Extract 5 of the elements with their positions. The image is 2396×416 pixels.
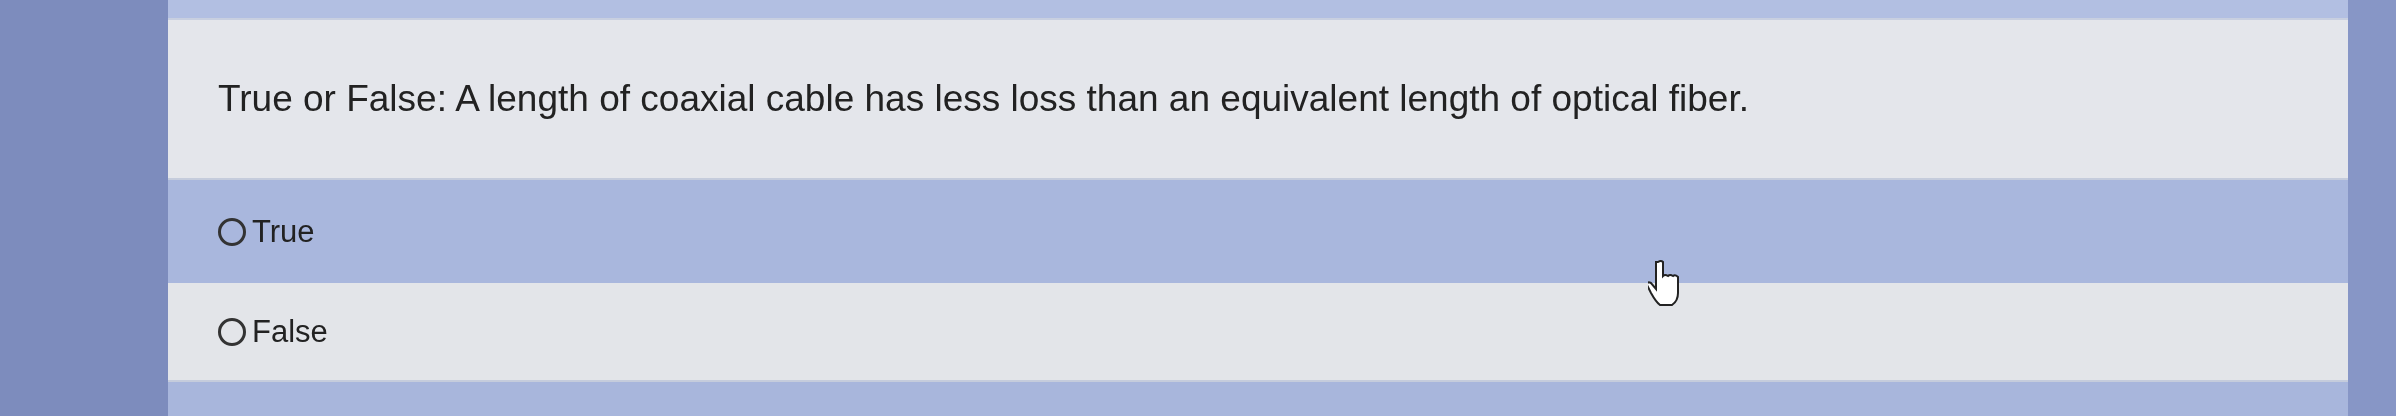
radio-button[interactable] — [218, 217, 246, 246]
answer-option[interactable]: False — [218, 313, 328, 350]
radio-button[interactable] — [218, 317, 246, 346]
answer-option[interactable]: True — [218, 213, 315, 250]
question-text: True or False: A length of coaxial cable has less loss than an equivalent length of optical fiber. — [218, 78, 1749, 120]
